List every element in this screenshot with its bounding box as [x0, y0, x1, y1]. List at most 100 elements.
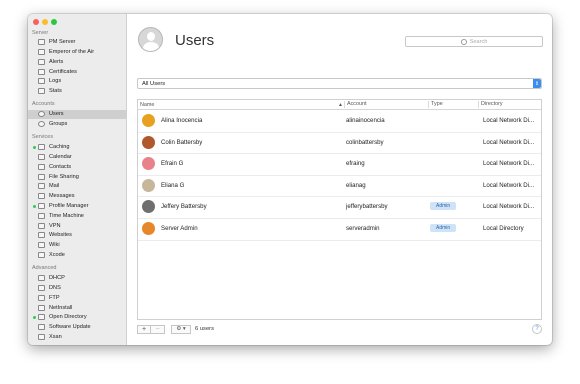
user-name: Server Admin — [161, 225, 198, 232]
remove-user-button[interactable]: − — [151, 324, 165, 334]
sidebar-item-mail[interactable]: Mail — [28, 182, 126, 192]
sidebar-item-xcode[interactable]: Xcode — [28, 250, 126, 260]
table-row[interactable]: Alina Inocencia alinainocencia Local Netwo… — [138, 110, 541, 133]
status-dot — [33, 113, 36, 116]
sidebar-item-file-sharing[interactable]: File Sharing — [28, 172, 126, 182]
sidebar-item-label: DHCP — [49, 275, 65, 282]
sidebar-item-label: Xcode — [49, 252, 65, 259]
sidebar-item-profile-manager[interactable]: Profile Manager — [28, 201, 126, 211]
sidebar-item-label: Software Update — [49, 324, 91, 331]
sidebar-item-label: DNS — [49, 285, 61, 292]
sidebar-item-label: Messages — [49, 193, 75, 200]
software-update-icon — [38, 324, 45, 331]
status-dot — [33, 315, 36, 319]
user-directory: Local Network Di... — [483, 138, 535, 146]
sidebar-item-logs[interactable]: Logs — [28, 77, 126, 87]
column-account[interactable]: Account — [344, 101, 366, 108]
sidebar-item-label: Open Directory — [49, 314, 87, 321]
open-directory-icon — [38, 314, 45, 321]
status-dot — [33, 165, 36, 168]
sidebar-item-vpn[interactable]: VPN — [28, 221, 126, 231]
user-avatar — [142, 178, 155, 192]
sidebar-item-label: PM Server — [49, 39, 76, 46]
status-dot — [33, 224, 36, 227]
gear-menu-button[interactable]: ⚙ ▾ — [171, 324, 191, 334]
user-avatar — [142, 114, 155, 127]
status-dot — [33, 60, 36, 63]
status-dot — [33, 195, 36, 198]
sidebar-item-label: Emperor of the Air — [49, 49, 95, 56]
sidebar-item-pm-server[interactable]: PM Server — [28, 38, 126, 48]
wiki-icon — [38, 242, 45, 249]
sidebar-item-messages[interactable]: Messages — [28, 192, 126, 202]
sidebar-item-caching[interactable]: Caching — [28, 143, 126, 153]
search-placeholder: Search — [469, 38, 488, 45]
section-title-server: Server — [32, 30, 49, 36]
sidebar-item-users[interactable]: Users — [28, 109, 126, 120]
contacts-icon — [38, 163, 45, 170]
table-row[interactable]: Colin Battersby colinbattersby Local Netwo… — [138, 132, 541, 155]
dns-icon — [38, 285, 45, 292]
user-name: Eliana G — [161, 181, 185, 189]
status-dot — [33, 80, 36, 83]
user-account: jefferybattersby — [346, 203, 388, 211]
status-dot — [33, 204, 36, 208]
user-directory: Local Network Di... — [483, 160, 535, 168]
sidebar-item-alerts[interactable]: Alerts — [28, 57, 126, 67]
sidebar-item-websites[interactable]: Websites — [28, 231, 126, 241]
sidebar-item-dns[interactable]: DNS — [28, 283, 126, 293]
sidebar-item-dhcp[interactable]: DHCP — [28, 274, 126, 284]
sidebar-item-label: Logs — [49, 78, 62, 85]
messages-icon — [38, 193, 45, 200]
help-button[interactable]: ? — [532, 324, 542, 334]
user-count: 6 users — [195, 326, 215, 332]
minimize-button[interactable] — [42, 19, 48, 25]
user-filter-select[interactable]: All Users ⇕ — [137, 78, 542, 89]
sidebar-item-ftp[interactable]: FTP — [28, 293, 126, 303]
sidebar-item-xsan[interactable]: Xsan — [28, 332, 126, 342]
user-account: efraing — [346, 160, 365, 168]
calendar-icon — [38, 154, 45, 161]
xcode-icon — [38, 252, 45, 259]
column-directory[interactable]: Directory — [478, 101, 503, 108]
user-account: serveradmin — [346, 225, 380, 232]
column-name[interactable]: Name — [140, 102, 154, 108]
add-user-button[interactable]: + — [137, 324, 151, 334]
user-directory: Local Directory — [483, 225, 524, 232]
page-title: Users — [175, 32, 215, 49]
status-dot — [33, 244, 36, 247]
sidebar: Server PM Server Emperor of the Air Alerts… — [28, 14, 127, 345]
sidebar-item-stats[interactable]: Stats — [28, 87, 126, 97]
group-icon — [38, 121, 45, 128]
sidebar-item-wiki[interactable]: Wiki — [28, 241, 126, 251]
sidebar-item-open-directory[interactable]: Open Directory — [28, 313, 126, 323]
status-dot — [33, 123, 36, 126]
sidebar-item-calendar[interactable]: Calendar — [28, 152, 126, 162]
alerts-icon — [38, 58, 45, 65]
table-row[interactable]: Jeffery Battersby jefferybattersby Local N… — [138, 196, 541, 219]
xsan-icon — [38, 334, 45, 341]
sidebar-item-certificates[interactable]: Certificates — [28, 67, 126, 77]
sidebar-item-netinstall[interactable]: NetInstall — [28, 303, 126, 313]
zoom-button[interactable] — [51, 19, 57, 25]
sidebar-item-label: VPN — [49, 222, 61, 229]
table-row[interactable]: Server Admin serveradmin Local Directory Ad… — [138, 218, 541, 241]
websites-icon — [38, 232, 45, 239]
sidebar-item-groups[interactable]: Groups — [28, 119, 126, 129]
user-name: Jeffery Battersby — [161, 203, 207, 211]
sidebar-item-software-update[interactable]: Software Update — [28, 323, 126, 333]
users-table: Name ▲ Account Type Directory Alina Inoc… — [137, 99, 542, 320]
section-title-services: Services — [32, 134, 54, 140]
table-row[interactable]: Efrain G efraing Local Network Di... — [138, 153, 541, 176]
sidebar-item-emperor-of-the-air[interactable]: Emperor of the Air — [28, 47, 126, 57]
sidebar-item-time-machine[interactable]: Time Machine — [28, 211, 126, 221]
sidebar-item-contacts[interactable]: Contacts — [28, 162, 126, 172]
search-input[interactable]: Search — [405, 36, 543, 47]
main-pane: Users Search All Users ⇕ Name ▲ Account … — [127, 14, 552, 345]
stats-icon — [38, 88, 45, 95]
table-row[interactable]: Eliana G elianag Local Network Di... — [138, 175, 541, 198]
close-button[interactable] — [33, 19, 39, 25]
column-type[interactable]: Type — [428, 101, 443, 108]
status-dot — [33, 70, 36, 73]
user-directory: Local Network Di... — [483, 181, 535, 189]
